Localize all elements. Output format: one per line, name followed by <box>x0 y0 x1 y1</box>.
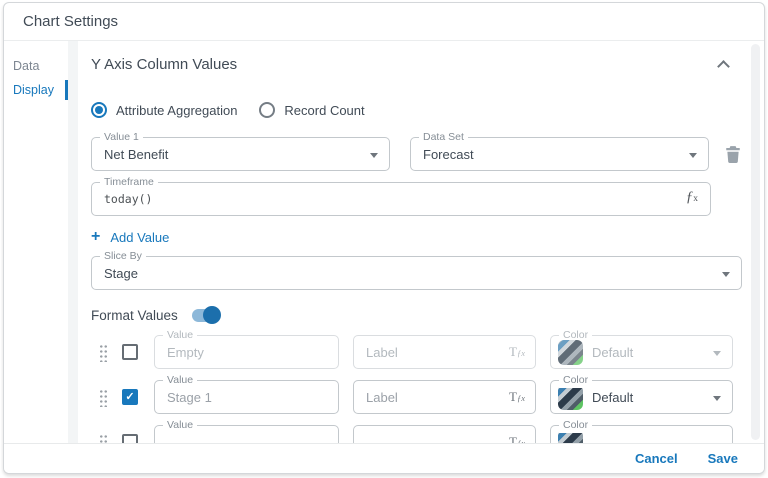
toggle-knob <box>202 306 221 324</box>
dialog-footer: Cancel Save <box>4 443 764 473</box>
radio-selected-icon <box>91 102 107 118</box>
radio-attribute-aggregation-label: Attribute Aggregation <box>116 102 238 118</box>
dropdown-arrow-icon <box>722 272 730 277</box>
slice-by-selected-value: Stage <box>104 265 138 281</box>
radio-attribute-aggregation[interactable]: Attribute Aggregation <box>91 102 237 118</box>
dataset-field-label: Data Set <box>419 130 468 145</box>
display-settings-panel: Y Axis Column Values Attribute Aggregati… <box>78 41 764 443</box>
row-color-value: Default <box>592 344 634 360</box>
plus-icon: + <box>91 228 101 245</box>
row-checkbox-unchecked[interactable] <box>122 434 138 443</box>
sidebar-divider <box>68 41 78 443</box>
format-value-row: ✓ Value Stage 1 Label Tƒx Color Default <box>91 373 742 414</box>
format-value-row: Value Empty Label Tƒx Color Default <box>91 328 742 369</box>
dataset-dropdown[interactable]: Data Set Forecast <box>410 130 709 171</box>
format-value-row: Value Tƒx Color <box>91 418 742 443</box>
row-color-dropdown[interactable]: Color Default <box>550 373 733 414</box>
drag-handle-icon[interactable] <box>99 432 108 443</box>
dropdown-arrow-icon <box>713 351 721 356</box>
dropdown-arrow-icon <box>713 396 721 401</box>
vertical-scrollbar[interactable] <box>751 44 760 440</box>
sidebar-item-display[interactable]: Display <box>4 80 68 100</box>
row-color-dropdown[interactable]: Color Default <box>550 328 733 369</box>
timeframe-field[interactable]: Timeframe today() ƒx <box>91 175 711 216</box>
check-icon: ✓ <box>125 390 135 403</box>
radio-record-count[interactable]: Record Count <box>259 102 365 118</box>
section-header: Y Axis Column Values <box>91 56 742 73</box>
row-label-placeholder: Label <box>366 344 398 360</box>
drag-handle-icon[interactable] <box>99 342 108 362</box>
row-value-field[interactable]: Value Stage 1 <box>154 373 339 414</box>
timeframe-field-label: Timeframe <box>100 175 158 190</box>
row-value-field[interactable]: Value <box>154 418 339 443</box>
row-color-label: Color <box>559 373 593 388</box>
value1-field-label: Value 1 <box>100 130 143 145</box>
row-value-text: Stage 1 <box>167 389 212 405</box>
radio-unselected-icon <box>259 102 276 118</box>
trash-icon[interactable] <box>724 144 742 164</box>
dataset-selected-value: Forecast <box>423 146 474 162</box>
format-values-toggle[interactable] <box>191 306 221 324</box>
row-color-value: Default <box>592 389 634 405</box>
row-label-field[interactable]: Label Tƒx <box>353 380 536 414</box>
timeframe-expression: today() <box>104 192 153 206</box>
save-button[interactable]: Save <box>708 451 738 466</box>
text-formula-icon[interactable]: Tƒx <box>509 344 525 360</box>
row-label-field[interactable]: Tƒx <box>353 425 536 443</box>
color-swatch-icon <box>558 384 583 410</box>
row-value-field[interactable]: Value Empty <box>154 328 339 369</box>
row-label-field[interactable]: Label Tƒx <box>353 335 536 369</box>
format-values-label: Format Values <box>91 307 178 323</box>
row-label-placeholder: Label <box>366 389 398 405</box>
row-value-label: Value <box>163 373 198 388</box>
cancel-button[interactable]: Cancel <box>635 451 678 466</box>
row-checkbox-unchecked[interactable] <box>122 344 138 360</box>
text-formula-icon[interactable]: Tƒx <box>509 389 525 405</box>
text-formula-icon[interactable]: Tƒx <box>509 434 525 443</box>
fx-formula-icon[interactable]: ƒx <box>686 189 698 206</box>
slice-by-dropdown[interactable]: Slice By Stage <box>91 249 742 290</box>
dialog-title: Chart Settings <box>23 13 119 30</box>
value1-selected-value: Net Benefit <box>104 146 169 162</box>
sidebar-item-data-label: Data <box>13 59 40 73</box>
row-checkbox-checked[interactable]: ✓ <box>122 389 138 405</box>
row-color-dropdown[interactable]: Color <box>550 418 733 443</box>
row-value-label: Value <box>163 418 198 433</box>
add-value-label: Add Value <box>110 229 170 245</box>
dropdown-arrow-icon <box>689 153 697 158</box>
sidebar-item-display-label: Display <box>13 83 54 97</box>
row-color-label: Color <box>559 418 593 433</box>
chart-settings-dialog: Chart Settings Data Display Y Axis Colum… <box>3 2 765 474</box>
slice-by-field-label: Slice By <box>100 249 146 264</box>
dropdown-arrow-icon <box>370 153 378 158</box>
add-value-button[interactable]: + Add Value <box>91 229 742 245</box>
row-value-label: Value <box>163 328 198 343</box>
section-title: Y Axis Column Values <box>91 56 238 73</box>
settings-sidebar: Data Display <box>4 41 68 443</box>
dialog-header: Chart Settings <box>4 3 764 41</box>
color-swatch-icon <box>558 339 583 365</box>
aggregation-mode-group: Attribute Aggregation Record Count <box>91 102 742 118</box>
chevron-up-icon[interactable] <box>717 60 730 73</box>
radio-record-count-label: Record Count <box>284 102 365 118</box>
drag-handle-icon[interactable] <box>99 387 108 407</box>
row-value-text: Empty <box>167 344 204 360</box>
sidebar-item-data[interactable]: Data <box>4 56 68 76</box>
value1-dropdown[interactable]: Value 1 Net Benefit <box>91 130 390 171</box>
